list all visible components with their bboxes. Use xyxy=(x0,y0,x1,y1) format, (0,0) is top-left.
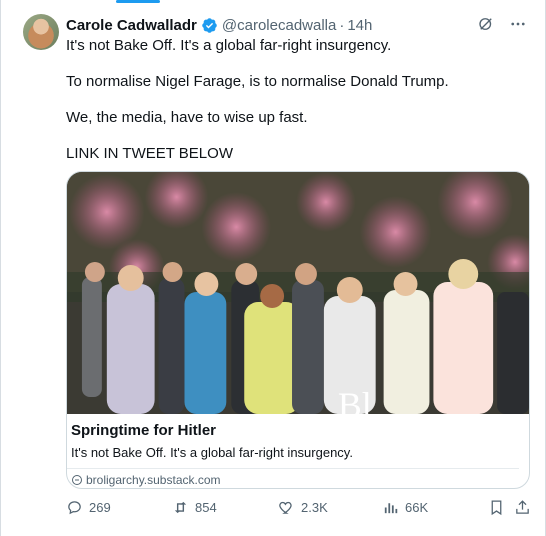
link-icon xyxy=(72,475,82,485)
header-actions xyxy=(477,15,527,33)
author-name[interactable]: Carole Cadwalladr xyxy=(66,17,197,34)
verified-icon xyxy=(202,17,217,33)
grok-icon[interactable] xyxy=(477,15,495,33)
author-handle[interactable]: @carolecadwalla xyxy=(222,17,336,34)
bookmark-icon xyxy=(491,500,502,516)
card-domain-row[interactable]: broligarchy.substack.com xyxy=(71,473,221,487)
tweet-header: Carole Cadwalladr @carolecadwalla · 14h xyxy=(66,15,527,35)
action-bar: 269 854 2.3K 66K xyxy=(66,499,529,519)
card-domain: broligarchy.substack.com xyxy=(86,473,221,487)
timestamp[interactable]: 14h xyxy=(347,17,372,34)
image-overlay-text: Bl xyxy=(338,385,372,414)
tweet-text: It's not Bake Off. It's a global far-rig… xyxy=(66,36,527,180)
share-button[interactable] xyxy=(514,499,531,516)
views-count: 66K xyxy=(405,500,429,515)
card-image[interactable]: Bl xyxy=(67,172,529,414)
card-description[interactable]: It's not Bake Off. It's a global far-rig… xyxy=(71,445,353,460)
like-button[interactable]: 2.3K xyxy=(278,499,328,516)
share-icon xyxy=(516,500,529,514)
like-count: 2.3K xyxy=(301,500,328,515)
repost-icon xyxy=(174,501,187,514)
tweet[interactable]: Carole Cadwalladr @carolecadwalla · 14h … xyxy=(0,0,546,536)
card-divider xyxy=(67,468,519,469)
link-card[interactable]: Bl Springtime for Hitler It's not Bake O… xyxy=(66,171,530,489)
separator-dot: · xyxy=(339,16,345,34)
views-icon xyxy=(384,503,398,514)
reply-count: 269 xyxy=(89,500,111,515)
tweet-line: It's not Bake Off. It's a global far-rig… xyxy=(66,37,392,54)
like-icon xyxy=(279,501,292,514)
views-button[interactable]: 66K xyxy=(382,499,428,516)
reply-icon xyxy=(68,501,81,515)
tweet-line: To normalise Nigel Farage, is to normali… xyxy=(66,73,449,90)
tweet-line: LINK IN TWEET BELOW xyxy=(66,145,233,162)
tweet-line: We, the media, have to wise up fast. xyxy=(66,109,308,126)
bookmark-button[interactable] xyxy=(488,499,505,516)
top-tab-indicator xyxy=(116,0,160,3)
avatar[interactable] xyxy=(23,14,59,50)
repost-count: 854 xyxy=(195,500,217,515)
reply-button[interactable]: 269 xyxy=(66,499,111,516)
repost-button[interactable]: 854 xyxy=(172,499,217,516)
card-title[interactable]: Springtime for Hitler xyxy=(71,422,216,439)
more-icon[interactable] xyxy=(509,15,527,33)
